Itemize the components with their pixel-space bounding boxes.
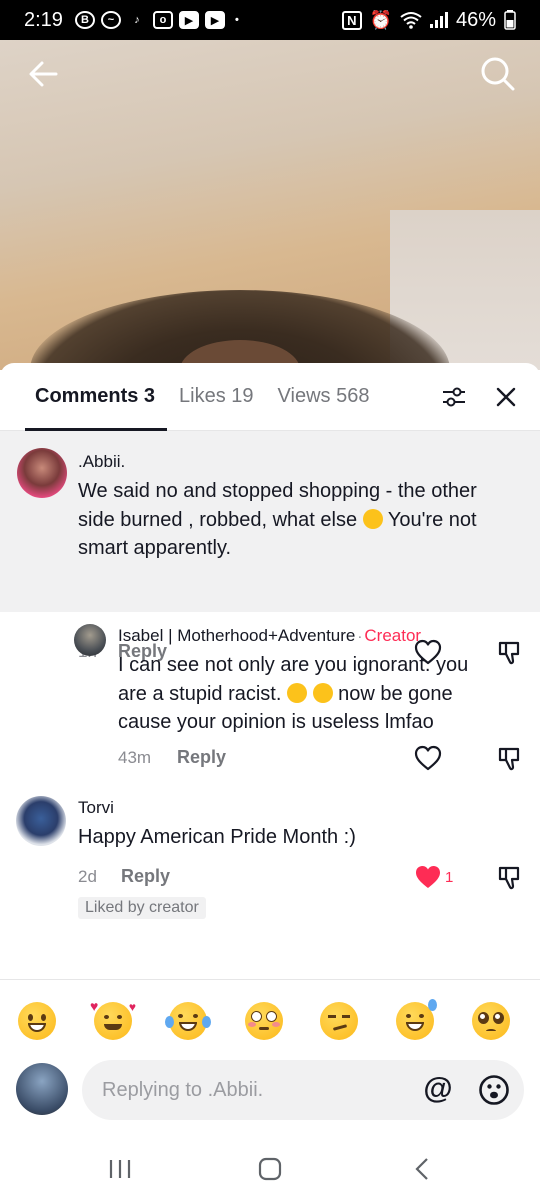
battery-percent: 46%	[455, 8, 496, 31]
avatar[interactable]	[16, 796, 66, 846]
filter-sliders-icon[interactable]	[440, 383, 468, 411]
emoji-quick-bar: ♥ ♥	[0, 979, 540, 1061]
like-count: 1	[445, 869, 454, 886]
comment-torvi[interactable]: Torvi Happy American Pride Month :) 2d R…	[0, 792, 540, 982]
tiktok-icon: ♪	[134, 14, 140, 26]
youtube-icon: ▶	[178, 11, 199, 29]
battery-icon	[504, 10, 516, 30]
mention-at-icon[interactable]: @	[422, 1074, 454, 1106]
notification-icons: B ~ ♪ o ▶ ▶ •	[74, 11, 239, 29]
comment-text-segment: You're not	[387, 508, 477, 531]
tab-views[interactable]: Views 568	[278, 363, 370, 431]
dislike-icon[interactable]	[497, 746, 523, 772]
comment-text-line: are a stupid racist. now be gone	[118, 680, 528, 709]
heart-filled-icon[interactable]	[414, 864, 442, 890]
comment-text-segment: are a stupid racist.	[118, 682, 282, 705]
smiling-face-with-hearts-emoji[interactable]: ♥ ♥	[90, 998, 136, 1040]
grinning-sweat-emoji	[362, 508, 383, 529]
avatar[interactable]	[17, 448, 67, 498]
comment-timestamp: 43m	[118, 748, 152, 767]
status-time: 2:19	[24, 8, 63, 31]
b-app-icon: B	[74, 11, 95, 29]
creator-badge: Creator	[364, 626, 422, 645]
comment-input[interactable]	[82, 1060, 402, 1120]
tab-likes[interactable]: Likes 19	[179, 363, 254, 431]
dislike-icon[interactable]	[497, 865, 523, 891]
reply-button[interactable]: Reply	[177, 747, 226, 768]
emoji-picker-icon[interactable]	[478, 1074, 510, 1106]
grinning-sweat-face-emoji[interactable]	[396, 999, 437, 1040]
comment-timestamp: 2d	[78, 867, 97, 886]
close-icon[interactable]	[492, 383, 520, 411]
instagram-icon: o	[152, 11, 173, 29]
comment-text: We said no and stopped shopping - the ot…	[78, 477, 528, 563]
back-arrow-icon[interactable]	[24, 54, 64, 94]
video-preview[interactable]	[0, 40, 540, 370]
comment-text-line: cause your opinion is useless lmfao	[118, 711, 434, 733]
comment-text-line: I can see not only are you ignorant. you	[118, 654, 469, 676]
tab-comments[interactable]: Comments 3	[24, 363, 168, 431]
comment-author[interactable]: .Abbii.	[78, 452, 125, 472]
comment-author-line: Isabel | Motherhood+Adventure · Creator	[118, 626, 421, 646]
reply-button[interactable]: Reply	[121, 866, 170, 887]
comment-text-line: smart apparently.	[78, 537, 232, 559]
comment-text-line: We said no and stopped shopping - the ot…	[78, 480, 477, 502]
system-icons: N ⏰ 46%	[342, 9, 516, 32]
comment-text-segment: side burned , robbed, what else	[78, 508, 358, 531]
unamused-emoji	[312, 682, 333, 703]
recent-apps-icon[interactable]	[105, 1154, 135, 1184]
youtube-icon: ▶	[204, 11, 225, 29]
flushed-face-emoji[interactable]	[245, 1002, 283, 1040]
comment-input-row: @	[0, 1058, 540, 1124]
author-separator: ·	[357, 628, 363, 645]
comment-author[interactable]: Isabel | Motherhood+Adventure	[118, 626, 355, 645]
comment-input-container[interactable]: @	[82, 1060, 524, 1120]
smirking-face-emoji[interactable]	[320, 1002, 358, 1040]
home-icon[interactable]	[255, 1154, 285, 1184]
heart-outline-icon[interactable]	[414, 745, 442, 771]
pleading-face-emoji[interactable]	[472, 1002, 510, 1040]
wifi-icon	[400, 12, 422, 29]
comment-author[interactable]: Torvi	[78, 798, 114, 818]
liked-by-creator-badge: Liked by creator	[78, 897, 206, 919]
comment-isabel[interactable]: Isabel | Motherhood+Adventure · Creator I …	[0, 612, 540, 792]
eye-roll-emoji	[286, 682, 307, 703]
status-bar: 2:19 B ~ ♪ o ▶ ▶ • N ⏰ 46%	[0, 0, 540, 40]
messenger-icon: ~	[100, 11, 121, 29]
grinning-face-emoji[interactable]	[18, 1002, 56, 1040]
tears-of-joy-emoji[interactable]	[165, 1002, 211, 1040]
comment-abbii[interactable]: .Abbii. We said no and stopped shopping …	[0, 431, 540, 665]
comment-text: Happy American Pride Month :)	[78, 826, 356, 848]
alarm-icon: ⏰	[369, 9, 392, 30]
nfc-icon: N	[342, 10, 362, 30]
more-notifications-dot: •	[234, 14, 239, 26]
signal-icon	[429, 12, 448, 28]
avatar[interactable]	[74, 624, 106, 656]
search-icon[interactable]	[478, 54, 518, 94]
my-avatar[interactable]	[16, 1063, 68, 1115]
comment-text-line: side burned , robbed, what else You're n…	[78, 506, 528, 535]
back-nav-icon[interactable]	[408, 1154, 438, 1184]
comment-tabs: Comments 3 Likes 19 Views 568	[0, 363, 540, 431]
system-nav-bar	[0, 1136, 540, 1200]
comment-text: I can see not only are you ignorant. you…	[118, 651, 528, 737]
comment-text-segment: now be gone	[338, 682, 453, 705]
